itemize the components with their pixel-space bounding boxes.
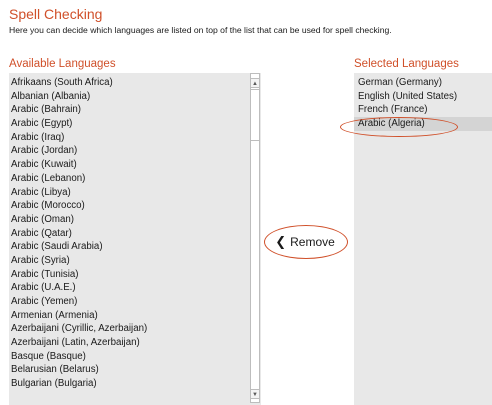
- available-language-item[interactable]: Arabic (Tunisia): [9, 268, 249, 282]
- selected-language-item[interactable]: Arabic (Algeria): [354, 117, 492, 131]
- available-language-item[interactable]: Arabic (Libya): [9, 186, 249, 200]
- available-language-item[interactable]: Albanian (Albania): [9, 90, 249, 104]
- available-list-scrollbar[interactable]: ▲ ▼: [249, 73, 261, 405]
- scroll-down-icon[interactable]: ▼: [250, 389, 260, 399]
- available-languages-items: Afrikaans (South Africa) Albanian (Albani…: [9, 76, 249, 391]
- remove-button-label: Remove: [290, 235, 335, 249]
- available-language-item[interactable]: Arabic (Jordan): [9, 144, 249, 158]
- selected-languages-items: German (Germany) English (United States) F…: [354, 76, 492, 131]
- available-language-item[interactable]: Arabic (Morocco): [9, 199, 249, 213]
- available-language-item[interactable]: Arabic (U.A.E.): [9, 281, 249, 295]
- section-title: Spell Checking: [9, 6, 103, 22]
- available-language-item[interactable]: Basque (Basque): [9, 350, 249, 364]
- selected-language-item[interactable]: German (Germany): [354, 76, 492, 90]
- section-description: Here you can decide which languages are …: [9, 25, 392, 35]
- available-language-item[interactable]: Arabic (Oman): [9, 213, 249, 227]
- scrollbar-thumb[interactable]: [250, 89, 260, 141]
- available-language-item[interactable]: Arabic (Iraq): [9, 131, 249, 145]
- selected-language-item[interactable]: English (United States): [354, 90, 492, 104]
- available-language-item[interactable]: Arabic (Lebanon): [9, 172, 249, 186]
- available-language-item[interactable]: Azerbaijani (Cyrillic, Azerbaijan): [9, 322, 249, 336]
- chevron-left-icon: ❮: [275, 234, 287, 249]
- available-language-item[interactable]: Arabic (Qatar): [9, 227, 249, 241]
- selected-language-item[interactable]: French (France): [354, 103, 492, 117]
- remove-button[interactable]: ❮ Remove: [268, 228, 342, 256]
- selected-languages-header: Selected Languages: [354, 58, 459, 70]
- available-languages-header: Available Languages: [9, 58, 116, 70]
- available-language-item[interactable]: Belarusian (Belarus): [9, 363, 249, 377]
- scroll-up-icon[interactable]: ▲: [250, 78, 260, 88]
- available-language-item[interactable]: Arabic (Bahrain): [9, 103, 249, 117]
- available-language-item[interactable]: Armenian (Armenia): [9, 309, 249, 323]
- available-languages-list[interactable]: Afrikaans (South Africa) Albanian (Albani…: [9, 73, 261, 405]
- available-language-item[interactable]: Afrikaans (South Africa): [9, 76, 249, 90]
- selected-languages-list[interactable]: German (Germany) English (United States) F…: [354, 73, 492, 405]
- available-language-item[interactable]: Arabic (Yemen): [9, 295, 249, 309]
- available-language-item[interactable]: Arabic (Egypt): [9, 117, 249, 131]
- available-language-item[interactable]: Bulgarian (Bulgaria): [9, 377, 249, 391]
- available-language-item[interactable]: Arabic (Kuwait): [9, 158, 249, 172]
- available-language-item[interactable]: Arabic (Saudi Arabia): [9, 240, 249, 254]
- available-language-item[interactable]: Arabic (Syria): [9, 254, 249, 268]
- available-language-item[interactable]: Azerbaijani (Latin, Azerbaijan): [9, 336, 249, 350]
